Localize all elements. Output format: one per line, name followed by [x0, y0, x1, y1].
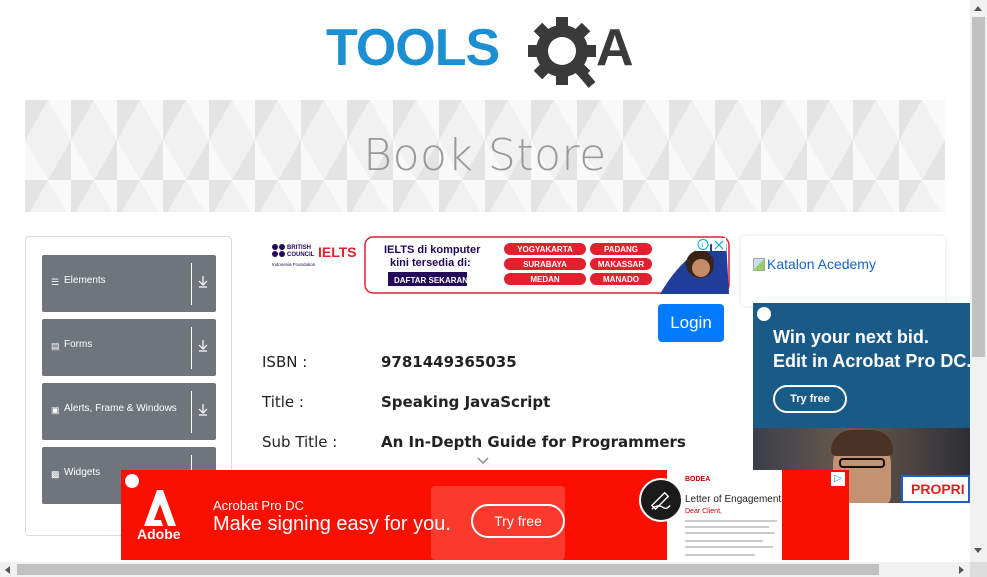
- login-button[interactable]: Login: [658, 304, 724, 342]
- svg-text:COUNCIL: COUNCIL: [287, 252, 315, 258]
- field-value: Speaking JavaScript: [381, 393, 551, 411]
- adobe-logo-icon: [144, 490, 176, 526]
- form-icon: ▤: [51, 341, 60, 351]
- sidebar-group-elements[interactable]: ☰ Elements: [42, 255, 216, 312]
- glasses-icon: [839, 458, 885, 468]
- scrollbar-corner: [970, 562, 987, 577]
- broken-image-icon: [753, 258, 765, 271]
- scroll-up-arrow-icon[interactable]: [974, 6, 982, 11]
- download-arrow-icon: [198, 404, 208, 416]
- ad-document-preview: BODEA Letter of Engagement Dear Client,: [667, 470, 782, 560]
- ad-headline: Make signing easy for you.: [213, 513, 451, 535]
- horizontal-scrollbar[interactable]: [0, 562, 970, 577]
- sidebar-group-alerts[interactable]: ▣ Alerts, Frame & Windows: [42, 383, 216, 440]
- page-title: Book Store: [363, 130, 607, 181]
- svg-text:YOGYAKARTA: YOGYAKARTA: [517, 245, 573, 254]
- field-label: Sub Title :: [262, 433, 338, 451]
- katalon-alt-text: Katalon Acedemy: [767, 256, 876, 272]
- ad-info-icon[interactable]: ▷: [831, 472, 845, 486]
- logo-text-tools: TOOLS: [326, 19, 499, 77]
- window-icon: ▣: [51, 405, 60, 415]
- svg-text:MANADO: MANADO: [603, 275, 639, 284]
- menu-icon: ☰: [51, 277, 60, 287]
- katalon-academy-link[interactable]: Katalon Acedemy: [753, 256, 876, 272]
- scroll-right-arrow-icon[interactable]: [959, 566, 964, 574]
- download-arrow-icon: [198, 340, 208, 352]
- page-banner: Book Store: [25, 100, 945, 212]
- logo-text-qa: A: [596, 19, 634, 77]
- sidebar-group-label: Forms: [64, 339, 93, 350]
- toolsqa-logo[interactable]: TOOLS A: [326, 15, 648, 90]
- ad-product-name: Acrobat Pro DC: [213, 498, 305, 513]
- scroll-left-arrow-icon[interactable]: [5, 566, 10, 574]
- adobe-wordmark: Adobe: [137, 526, 181, 542]
- sidebar-group-label: Elements: [64, 275, 106, 286]
- svg-text:DAFTAR SEKARANG: DAFTAR SEKARANG: [394, 276, 474, 285]
- svg-text:PADANG: PADANG: [604, 245, 638, 254]
- horizontal-scroll-thumb[interactable]: [17, 564, 879, 575]
- field-label: Title :: [262, 393, 304, 411]
- field-value: 9781449365035: [381, 353, 517, 371]
- gear-icon: [528, 17, 596, 88]
- ad-corner-text: PROPRI: [901, 475, 970, 503]
- field-label: ISBN :: [262, 353, 308, 371]
- widgets-icon: ▩: [51, 469, 60, 479]
- download-arrow-icon: [198, 276, 208, 288]
- ielts-logo: IELTS: [318, 244, 357, 260]
- sidebar-group-forms[interactable]: ▤ Forms: [42, 319, 216, 376]
- ad-choices-icon[interactable]: [125, 474, 139, 488]
- ad-try-free-button[interactable]: Try free: [471, 504, 565, 538]
- svg-text:MAKASSAR: MAKASSAR: [598, 260, 644, 269]
- svg-text:kini tersedia di:: kini tersedia di:: [390, 257, 471, 269]
- ad-header: Win your next bid. Edit in Acrobat Pro D…: [753, 303, 970, 428]
- signature-pen-icon: [639, 478, 683, 522]
- svg-text:IELTS di komputer: IELTS di komputer: [384, 244, 481, 256]
- field-value: An In-Depth Guide for Programmers: [381, 433, 686, 451]
- ad-headline: Win your next bid. Edit in Acrobat Pro D…: [773, 327, 970, 371]
- divider: [191, 263, 192, 305]
- adobe-bottom-ad[interactable]: Adobe Acrobat Pro DC Make signing easy f…: [121, 470, 849, 560]
- ad-try-free-button[interactable]: Try free: [773, 385, 847, 413]
- vertical-scroll-thumb[interactable]: [972, 17, 985, 357]
- svg-text:BRITISH: BRITISH: [287, 245, 311, 251]
- chevron-down-icon[interactable]: [476, 454, 490, 468]
- svg-text:Indonesia Foundation: Indonesia Foundation: [272, 262, 316, 267]
- sidebar-group-label: Widgets: [64, 467, 101, 478]
- british-council-logo: BRITISH COUNCIL Indonesia Foundation: [272, 244, 316, 267]
- sidebar-group-label: Alerts, Frame & Windows: [64, 403, 177, 414]
- svg-text:SURABAYA: SURABAYA: [523, 260, 567, 269]
- divider: [191, 391, 192, 433]
- ad-choices-icon[interactable]: [757, 307, 771, 321]
- scroll-down-arrow-icon[interactable]: [974, 548, 982, 553]
- ielts-ad[interactable]: BRITISH COUNCIL Indonesia Foundation IEL…: [268, 236, 730, 296]
- divider: [191, 327, 192, 369]
- vertical-scrollbar[interactable]: [970, 0, 987, 562]
- page: TOOLS A Book Store ☰ Elements ▤ Forms ▣ …: [0, 0, 987, 577]
- svg-text:MEDAN: MEDAN: [530, 275, 560, 284]
- person-hair: [831, 430, 893, 456]
